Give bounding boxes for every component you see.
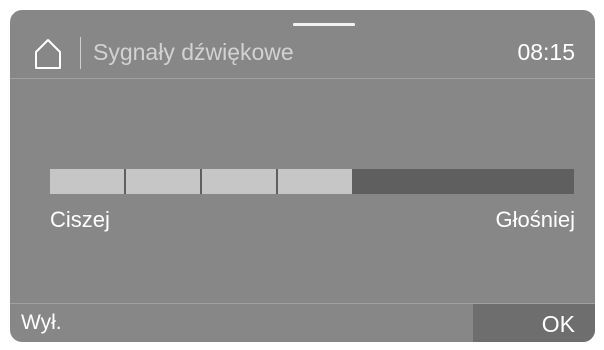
off-button-label: Wył. <box>21 311 62 334</box>
louder-label: Głośniej <box>495 207 575 232</box>
clock: 08:15 <box>517 39 575 65</box>
display-screen: Sygnały dźwiękowe 08:15 Ciszej Głośniej … <box>10 10 595 342</box>
page-title: Sygnały dźwiękowe <box>93 39 294 65</box>
header: Sygnały dźwiękowe 08:15 <box>10 26 595 78</box>
ok-button-label: OK <box>541 311 575 337</box>
home-icon[interactable] <box>34 38 62 70</box>
volume-segment-filled <box>50 169 124 194</box>
volume-level-bar[interactable] <box>50 169 574 194</box>
quieter-label: Ciszej <box>50 207 110 232</box>
volume-segment-filled <box>278 169 352 194</box>
volume-segment-filled <box>202 169 276 194</box>
ok-button[interactable]: OK <box>473 304 595 342</box>
header-divider <box>10 78 595 79</box>
header-separator <box>80 37 81 69</box>
off-button[interactable]: Wył. <box>10 304 473 342</box>
volume-segment-filled <box>126 169 200 194</box>
